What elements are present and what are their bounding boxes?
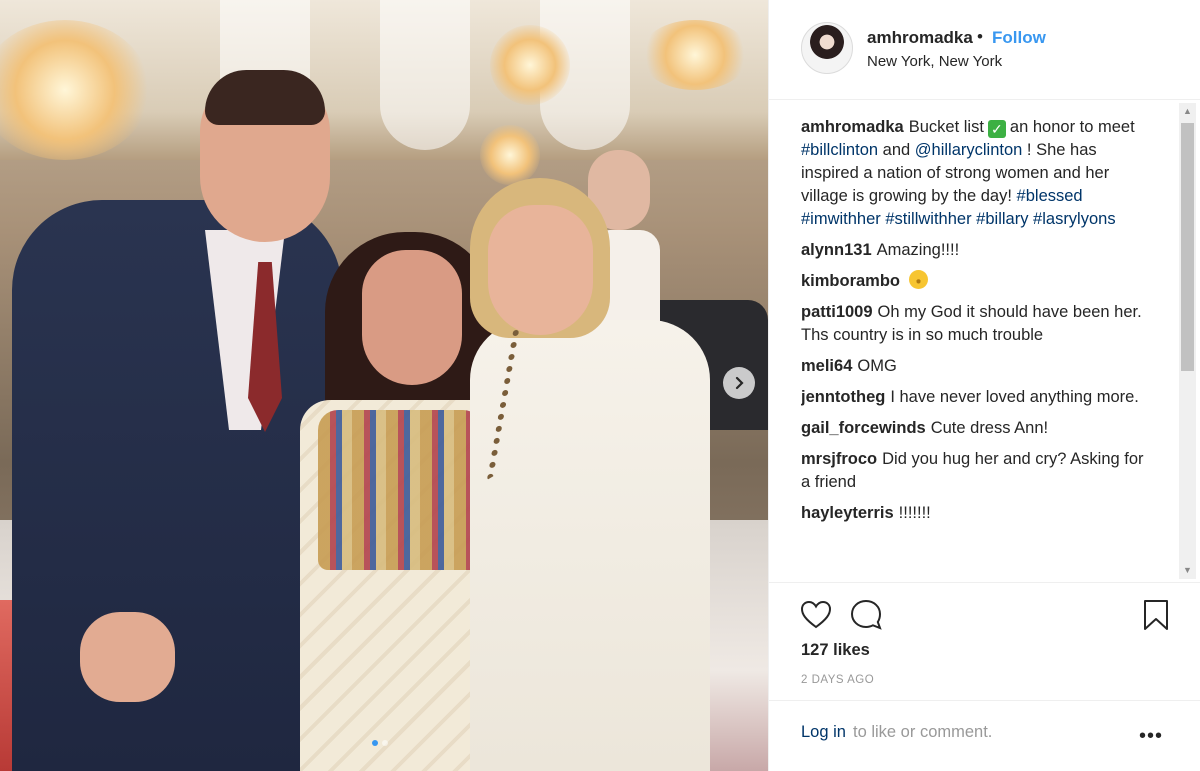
hashtag-link[interactable]: #lasrylyons xyxy=(1033,210,1116,228)
comment-icon[interactable] xyxy=(849,598,883,632)
heart-icon[interactable] xyxy=(799,598,833,632)
carousel-dots xyxy=(372,740,388,746)
comment-text: OMG xyxy=(857,357,897,375)
header-username[interactable]: amhromadka xyxy=(867,28,973,48)
lamp xyxy=(480,125,540,185)
caption-username[interactable]: amhromadka xyxy=(801,118,904,136)
comment-username[interactable]: alynn131 xyxy=(801,241,872,259)
caption-text: Bucket list xyxy=(908,118,984,136)
comment-text: I have never loved anything more. xyxy=(890,388,1139,406)
post-header: amhromadka • Follow New York, New York xyxy=(769,0,1200,100)
comment-text: Cute dress Ann! xyxy=(930,419,1049,437)
comment-text: !!!!!!! xyxy=(898,504,931,522)
comment: gail_forcewinds Cute dress Ann! xyxy=(801,417,1151,440)
comment: jenntotheg I have never loved anything mo… xyxy=(801,386,1151,409)
check-box-emoji: ✓ xyxy=(987,120,1006,138)
login-bar: Log in to like or comment. ••• xyxy=(769,700,1200,771)
location-link[interactable]: New York, New York xyxy=(867,53,1002,70)
mention-link[interactable]: @hillaryclinton xyxy=(915,141,1023,159)
post-side-panel: amhromadka • Follow New York, New York a… xyxy=(768,0,1200,771)
comment-username[interactable]: patti1009 xyxy=(801,303,873,321)
comment-username[interactable]: jenntotheg xyxy=(801,388,885,406)
comments-scrollbar[interactable]: ▲ ▼ xyxy=(1179,103,1196,579)
hashtag-link[interactable]: #imwithher xyxy=(801,210,881,228)
smiley-emoji xyxy=(909,270,929,289)
hashtag-link[interactable]: #stillwithher xyxy=(885,210,971,228)
comment-text: Amazing!!!! xyxy=(876,241,960,259)
comment-username[interactable]: kimborambo xyxy=(801,272,900,290)
login-prompt-text: to like or comment. xyxy=(853,723,993,741)
post-actions: 127 likes 2 DAYS AGO xyxy=(769,582,1200,692)
comment: meli64 OMG xyxy=(801,355,1151,378)
avatar[interactable] xyxy=(801,22,853,74)
comment: alynn131 Amazing!!!! xyxy=(801,239,1151,262)
comment-username[interactable]: gail_forcewinds xyxy=(801,419,926,437)
hashtag-link[interactable]: #billary xyxy=(976,210,1028,228)
woman-dress-embroidery xyxy=(318,410,483,570)
follow-button[interactable]: Follow xyxy=(992,28,1046,48)
drape xyxy=(380,0,470,150)
caption-text: an honor to meet xyxy=(1009,118,1135,136)
hashtag-link[interactable]: #billclinton xyxy=(801,141,878,159)
man-hand xyxy=(80,612,175,702)
comment-username[interactable]: mrsjfroco xyxy=(801,450,877,468)
comment: patti1009 Oh my God it should have been h… xyxy=(801,301,1151,347)
lamp xyxy=(490,25,570,105)
comment-username[interactable]: meli64 xyxy=(801,357,852,375)
more-options-icon[interactable]: ••• xyxy=(1139,725,1163,748)
scrollbar-thumb[interactable] xyxy=(1181,123,1194,371)
hashtag-link[interactable]: #blessed xyxy=(1017,187,1083,205)
comment: kimborambo xyxy=(801,270,1151,293)
login-link[interactable]: Log in xyxy=(801,723,846,742)
likes-count[interactable]: 127 likes xyxy=(801,641,870,660)
comment: hayleyterris!!!!!!! xyxy=(801,502,1151,525)
carousel-dot xyxy=(382,740,388,746)
comment: mrsjfroco Did you hug her and cry? Asking… xyxy=(801,448,1151,494)
carousel-dot-active xyxy=(372,740,378,746)
caption: amhromadka Bucket list ✓ an honor to meet #… xyxy=(801,116,1151,231)
man-suit xyxy=(12,200,342,771)
post-photo[interactable] xyxy=(0,0,768,771)
scroll-down-arrow-icon[interactable]: ▼ xyxy=(1179,562,1196,579)
comments-list[interactable]: amhromadka Bucket list ✓ an honor to meet #… xyxy=(801,116,1151,582)
comment-username[interactable]: hayleyterris xyxy=(801,504,894,522)
carousel-next-button[interactable] xyxy=(723,367,755,399)
lamp xyxy=(640,20,750,90)
woman-face xyxy=(488,205,593,335)
post-timestamp: 2 DAYS AGO xyxy=(801,674,875,686)
header-separator: • xyxy=(977,27,983,46)
man-hair xyxy=(205,70,325,125)
bookmark-icon[interactable] xyxy=(1139,598,1173,632)
caption-text: and xyxy=(882,141,911,159)
scroll-up-arrow-icon[interactable]: ▲ xyxy=(1179,103,1196,120)
chevron-right-icon xyxy=(735,376,744,390)
woman-face xyxy=(362,250,462,385)
